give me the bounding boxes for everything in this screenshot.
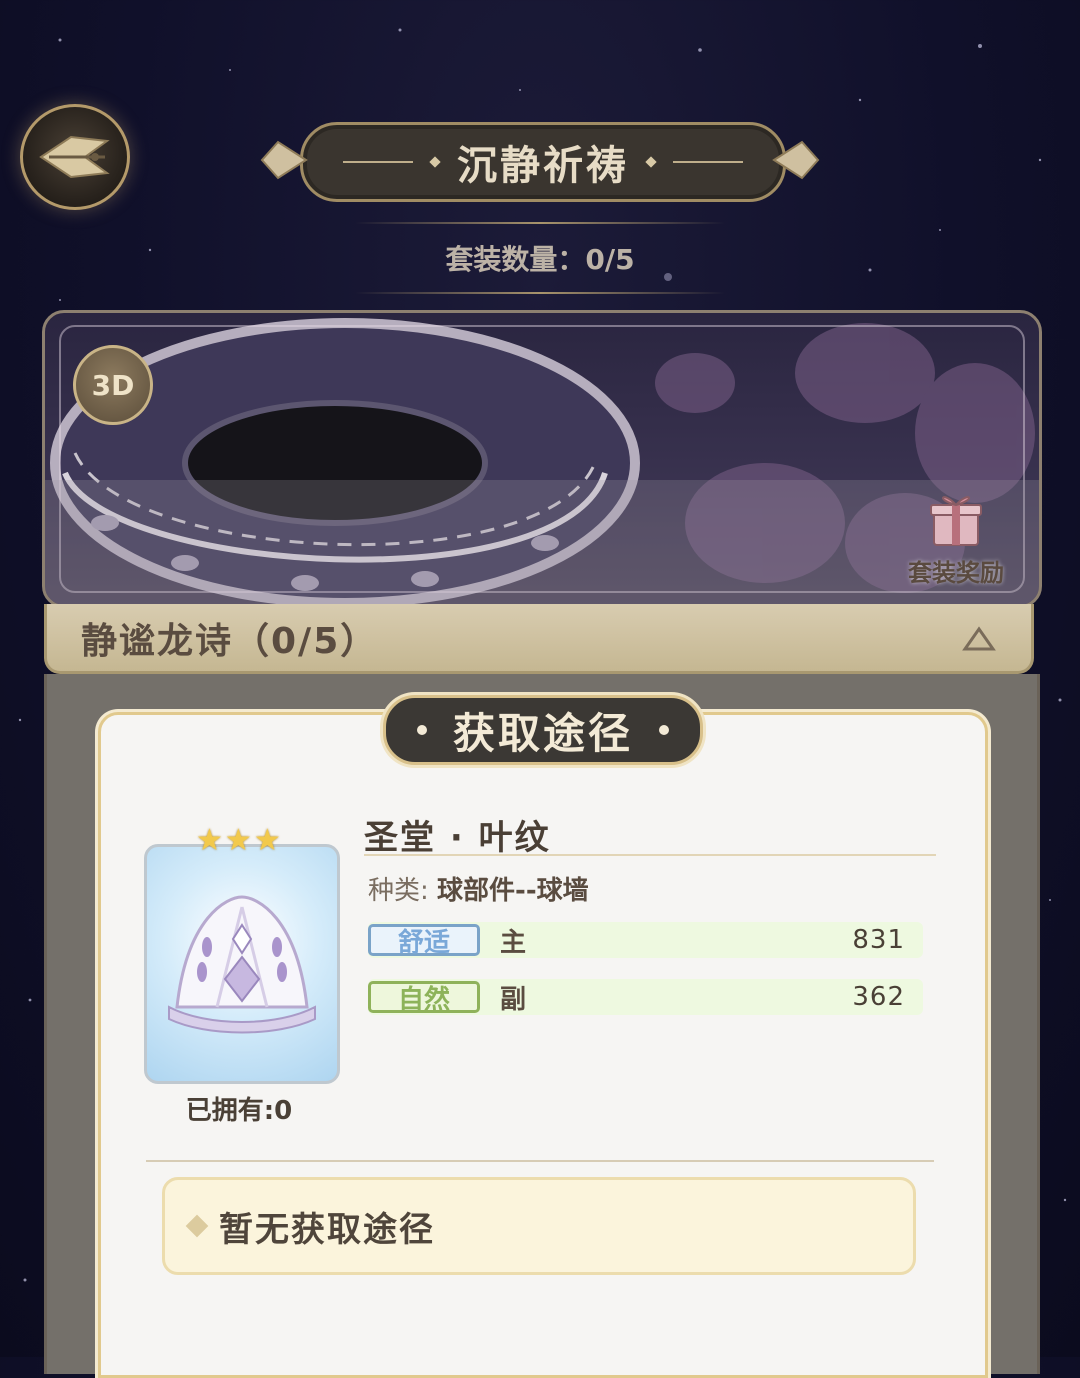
- stat-tag-comfort: 舒适: [368, 924, 480, 958]
- back-button[interactable]: [20, 104, 130, 210]
- set-count: 套装数量：0/5: [445, 243, 635, 276]
- set-showcase[interactable]: 3D 套装奖励: [42, 310, 1042, 608]
- separator-top: [355, 222, 725, 224]
- set-section-title: 静谧龙诗（0/5）: [81, 620, 379, 662]
- separator-bottom: [355, 292, 725, 294]
- stat-role: 主: [500, 927, 527, 958]
- set-section-header[interactable]: 静谧龙诗（0/5）: [44, 604, 1034, 674]
- star-icon: ★: [253, 823, 281, 858]
- dialog-divider: [146, 1160, 934, 1162]
- showcase-bottom-shade: [45, 480, 1039, 605]
- stat-value: 362: [852, 982, 905, 1012]
- title-decoration-left: [343, 161, 413, 163]
- banner-leaf-left-icon: [260, 140, 308, 180]
- star-icon: ★: [224, 823, 252, 858]
- title-dot-left: [429, 156, 441, 168]
- acquisition-source-text: 暂无获取途径: [219, 1209, 435, 1250]
- stat-role: 副: [500, 984, 527, 1015]
- set-reward-button[interactable]: 套装奖励: [901, 489, 1011, 593]
- stat-tag-natural: 自然: [368, 981, 480, 1015]
- owned-count: 已拥有:0: [185, 1096, 293, 1126]
- item-type: 种类: 球部件--球墙: [368, 870, 589, 907]
- view-3d-button[interactable]: 3D: [73, 345, 153, 425]
- dialog-title-banner: 获取途径: [383, 695, 703, 765]
- back-wing-icon: [39, 135, 110, 179]
- acquisition-source-box: 暂无获取途径: [162, 1177, 916, 1275]
- stat-value: 831: [852, 925, 905, 955]
- title-dot-right: [659, 725, 669, 735]
- gift-icon: [930, 496, 982, 546]
- item-thumbnail[interactable]: [144, 844, 340, 1084]
- collapse-triangle-icon[interactable]: [961, 623, 997, 653]
- banner-leaf-right-icon: [772, 140, 820, 180]
- set-count-area: 套装数量：0/5: [355, 222, 725, 294]
- title-banner: 沉静祈祷: [300, 122, 786, 202]
- item-type-label: 种类:: [368, 876, 429, 906]
- set-reward-label: 套装奖励: [908, 559, 1004, 587]
- page-title: 沉静祈祷: [457, 143, 629, 189]
- title-decoration-right: [673, 161, 743, 163]
- item-type-value: 球部件--球墙: [437, 876, 589, 906]
- ball-wall-illustration: [168, 895, 316, 1034]
- name-underline: [364, 854, 936, 856]
- star-icon: ★: [196, 823, 223, 858]
- rarity-stars: ★ ★ ★: [196, 826, 281, 856]
- item-name: 圣堂 · 叶纹: [364, 818, 551, 858]
- stat-row-comfort: 舒适 主 831: [368, 922, 923, 958]
- dialog-title: 获取途径: [452, 708, 633, 758]
- title-dot-right: [645, 156, 657, 168]
- diamond-bullet-icon: [185, 1214, 209, 1238]
- stat-row-natural: 自然 副 362: [368, 979, 923, 1015]
- title-dot-left: [416, 725, 427, 735]
